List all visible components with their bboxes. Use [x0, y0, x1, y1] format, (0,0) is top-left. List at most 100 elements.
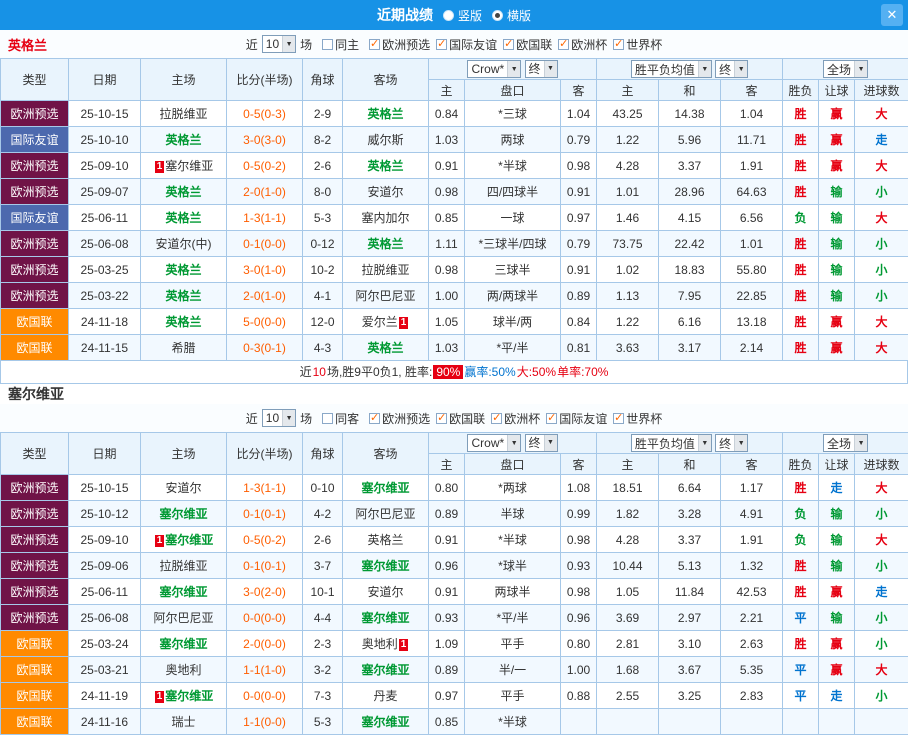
match-row: 欧洲预选 25-06-11 塞尔维亚 3-0(2-0) 10-1 安道尔 0.91 两球半 0.…: [0, 578, 908, 605]
odds-time-select[interactable]: 终 ▼: [524, 59, 558, 78]
league-filter-checkbox[interactable]: ✓ 欧洲杯: [558, 36, 607, 53]
league-type-badge: 欧国联: [0, 708, 69, 735]
handicap-cell: 一球: [464, 204, 561, 231]
team-name: 塞尔维亚: [165, 159, 214, 173]
league-filter-checkbox[interactable]: ✓ 世界杯: [613, 410, 662, 427]
team-name: 奥地利: [361, 637, 398, 651]
dropdown-arrow-icon: ▼: [854, 435, 868, 451]
corner-cell: 4-1: [302, 282, 343, 309]
asia-away-odds-cell: 0.98: [560, 578, 597, 605]
europe-home-odds-cell: 18.51: [596, 474, 659, 501]
europe-time-select[interactable]: 终 ▼: [715, 434, 749, 452]
league-filter-checkbox[interactable]: ✓ 欧国联: [436, 410, 485, 427]
page-title: 近期战绩: [376, 7, 433, 23]
odds-company-select[interactable]: Crow* ▼: [467, 434, 522, 453]
league-type-badge: 欧洲预选: [0, 500, 69, 527]
europe-odds-select[interactable]: 胜平负均值 ▼: [630, 60, 712, 78]
league-type-badge: 欧国联: [0, 334, 69, 361]
league-filter-checkbox[interactable]: ✓ 国际友谊: [546, 410, 607, 427]
england-section: 英格兰 近 10 ▼ 场 同主 ✓ 欧洲预选 ✓ 国际友谊 ✓ 欧国联 ✓ 欧洲杯 ✓ 世界杯 类…: [0, 30, 908, 384]
europe-home-odds-cell: 1.68: [596, 656, 659, 683]
goals-result-cell: 小: [854, 500, 908, 527]
filters: 近 10 ▼ 场 同主 ✓ 欧洲预选 ✓ 国际友谊 ✓ 欧国联 ✓ 欧洲杯 ✓ 世界杯: [246, 35, 662, 53]
layout-radio-horizontal[interactable]: 横版: [492, 7, 531, 24]
asia-home-odds-cell: 0.91: [428, 578, 465, 605]
scope-select[interactable]: 全场 ▼: [823, 434, 869, 452]
league-type-badge: 欧洲预选: [0, 474, 69, 501]
team-name: 英格兰: [367, 341, 404, 355]
result-cell: 胜: [782, 578, 820, 605]
close-button[interactable]: ✕: [881, 4, 903, 26]
result-cell: 胜: [782, 552, 820, 579]
asia-away-odds-cell: 0.98: [560, 152, 597, 179]
away-team-cell: 英格兰: [342, 334, 429, 361]
titlebar: 近期战绩 竖版 横版 ✕: [0, 0, 908, 30]
europe-odds-select[interactable]: 胜平负均值 ▼: [630, 434, 712, 452]
result-cell: 胜: [782, 474, 820, 501]
asia-home-odds-cell: 0.93: [428, 604, 465, 631]
asia-home-odds-cell: 0.80: [428, 474, 465, 501]
handicap-result-cell: 赢: [818, 334, 856, 361]
league-filter-label: 欧洲杯: [571, 37, 608, 52]
corner-cell: 10-2: [302, 256, 343, 283]
team-name: 丹麦: [373, 689, 398, 703]
asia-home-odds-cell: 1.00: [428, 282, 465, 309]
asia-home-odds-cell: 0.98: [428, 178, 465, 205]
checkbox-icon: [322, 38, 334, 50]
corner-cell: 10-1: [302, 578, 343, 605]
league-filter-checkbox[interactable]: ✓ 世界杯: [613, 36, 662, 53]
europe-time-select[interactable]: 终 ▼: [715, 60, 749, 78]
corner-cell: 3-7: [302, 552, 343, 579]
odds-time-select[interactable]: 终 ▼: [524, 433, 558, 452]
europe-draw-odds-cell: 3.28: [658, 500, 721, 527]
team-name: 塞尔维亚: [159, 637, 208, 651]
summary-part: 大:50%: [516, 365, 557, 379]
home-team-cell: 塞尔维亚: [140, 630, 227, 657]
league-filter-checkbox[interactable]: ✓ 国际友谊: [436, 36, 497, 53]
result-cell: 平: [782, 604, 820, 631]
league-filter-checkbox[interactable]: ✓ 欧洲预选: [369, 36, 430, 53]
league-filter-checkbox[interactable]: ✓ 欧洲杯: [491, 410, 540, 427]
layout-radio-vertical[interactable]: 竖版: [442, 7, 482, 24]
league-filter-label: 欧洲预选: [382, 37, 431, 52]
same-venue-checkbox[interactable]: 同客: [322, 410, 359, 427]
team-name: 安道尔: [367, 185, 404, 199]
dropdown-arrow-icon: ▼: [543, 434, 557, 451]
europe-away-odds-cell: 1.04: [719, 100, 784, 127]
europe-away-odds-cell: 55.80: [719, 256, 784, 283]
odds-company-select[interactable]: Crow* ▼: [467, 60, 522, 79]
result-cell: 负: [782, 526, 820, 553]
result-cell: 胜: [782, 256, 820, 283]
europe-draw-odds-cell: 3.17: [658, 334, 721, 361]
match-count-select[interactable]: 10 ▼: [261, 35, 297, 53]
score-cell: 2-0(1-0): [226, 282, 303, 309]
england-filter-bar: 英格兰 近 10 ▼ 场 同主 ✓ 欧洲预选 ✓ 国际友谊 ✓ 欧国联 ✓ 欧洲杯 ✓ 世界杯: [0, 30, 908, 58]
league-filter-checkbox[interactable]: ✓ 欧洲预选: [369, 410, 430, 427]
home-team-cell: 奥地利: [140, 656, 227, 683]
same-venue-checkbox[interactable]: 同主: [322, 36, 359, 53]
handicap-result-cell: 赢: [818, 126, 856, 153]
date-cell: 25-09-10: [68, 152, 141, 179]
handicap-cell: 三球半: [464, 256, 561, 283]
match-count-select[interactable]: 10 ▼: [261, 409, 297, 427]
away-team-cell: 爱尔兰 1: [342, 308, 429, 335]
date-cell: 24-11-16: [68, 708, 141, 735]
league-filter-checkbox[interactable]: ✓ 欧国联: [503, 36, 552, 53]
result-cell: 胜: [782, 152, 820, 179]
scope-select[interactable]: 全场 ▼: [823, 60, 869, 78]
serbia-section: 塞尔维亚 近 10 ▼ 场 同客 ✓ 欧洲预选 ✓ 欧国联 ✓ 欧洲杯 ✓ 国际友谊 ✓ 世界杯 …: [0, 384, 908, 735]
result-cell: 胜: [782, 308, 820, 335]
handicap-result-cell: 赢: [818, 630, 856, 657]
away-team-cell: 威尔斯: [342, 126, 429, 153]
asia-home-odds-cell: 0.84: [428, 100, 465, 127]
corner-cell: 2-3: [302, 630, 343, 657]
europe-draw-odds-cell: 3.37: [658, 526, 721, 553]
match-row: 欧国联 24-11-19 1 塞尔维亚 0-0(0-0) 7-3 丹麦 0.97 平手 0.88 2…: [0, 682, 908, 709]
date-cell: 25-10-15: [68, 100, 141, 127]
handicap-result-cell: [818, 708, 856, 735]
home-team-cell: 阿尔巴尼亚: [140, 604, 227, 631]
league-filter-group: ✓ 欧洲预选 ✓ 欧国联 ✓ 欧洲杯 ✓ 国际友谊 ✓ 世界杯: [363, 410, 662, 427]
europe-home-odds-cell: 1.01: [596, 178, 659, 205]
asia-away-odds-cell: 1.08: [560, 474, 597, 501]
league-type-badge: 欧国联: [0, 308, 69, 335]
